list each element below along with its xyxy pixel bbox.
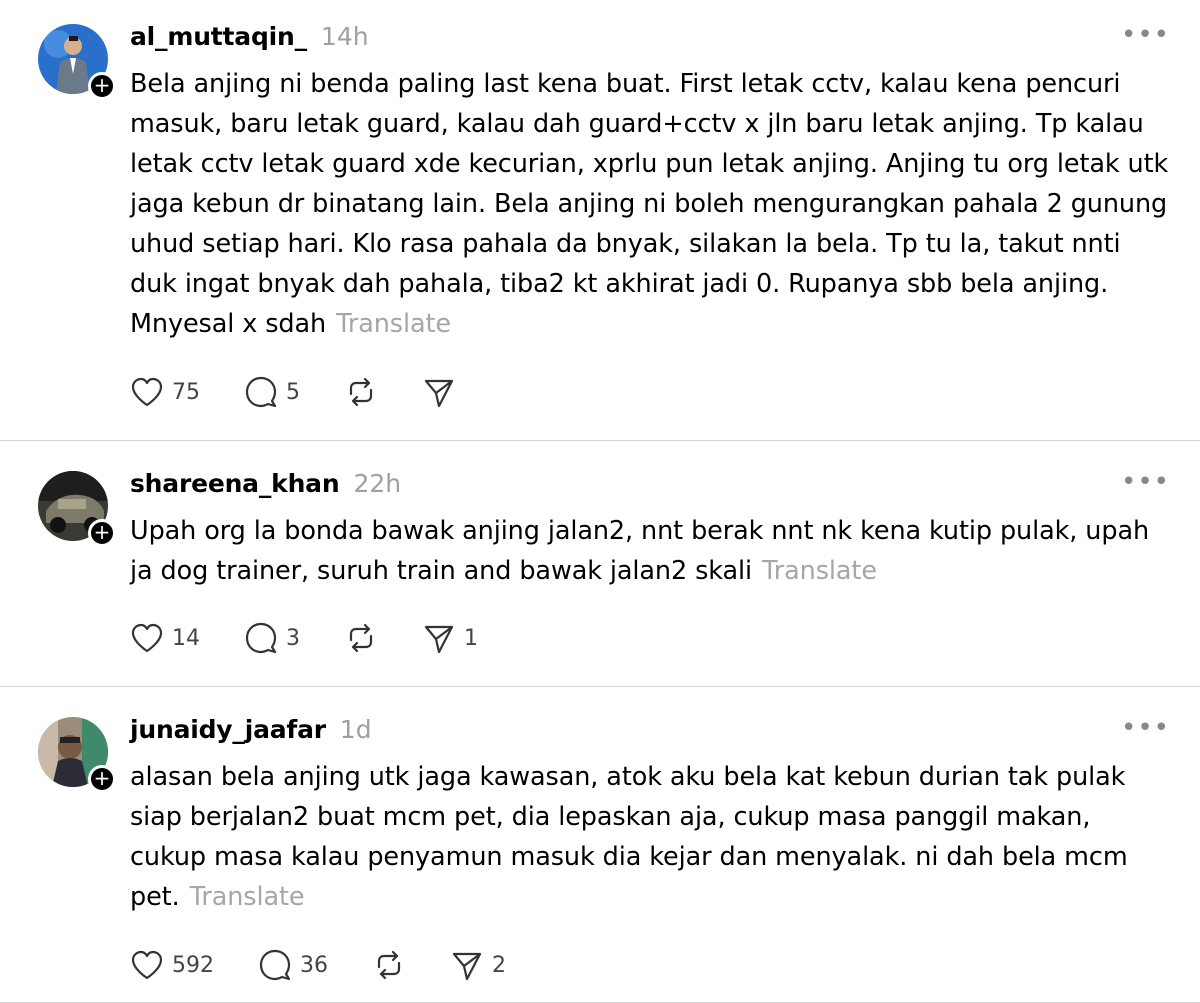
heart-icon	[131, 950, 163, 980]
post-1: + al_muttaqin_ 14h ••• Bela anjing ni be…	[0, 0, 1200, 441]
post-body: Bela anjing ni benda paling last kena bu…	[130, 69, 1169, 339]
username[interactable]: shareena_khan	[130, 469, 340, 498]
like-count: 75	[172, 379, 200, 405]
share-button[interactable]: 2	[450, 949, 506, 981]
more-dots-icon[interactable]: •••	[1121, 467, 1170, 497]
comment-icon	[245, 376, 277, 408]
post-2: + shareena_khan 22h ••• Upah org la bond…	[0, 441, 1200, 687]
post-3: + junaidy_jaafar 1d ••• alasan bela anji…	[0, 687, 1200, 1003]
username[interactable]: al_muttaqin_	[130, 22, 307, 51]
post-text: alasan bela anjing utk jaga kawasan, ato…	[130, 757, 1170, 917]
reply-count: 36	[300, 952, 328, 978]
action-bar: 592 36 2	[130, 945, 550, 985]
share-button[interactable]: 1	[422, 622, 478, 654]
heart-icon	[131, 623, 163, 653]
action-bar: 14 3 1	[130, 618, 522, 658]
reply-count: 3	[286, 625, 300, 651]
reply-button[interactable]: 36	[258, 949, 328, 981]
send-icon	[424, 379, 454, 408]
like-button[interactable]: 14	[130, 622, 200, 654]
timestamp[interactable]: 1d	[340, 715, 372, 744]
post-body: Upah org la bonda bawak anjing jalan2, n…	[130, 516, 1150, 586]
translate-link[interactable]: Translate	[762, 556, 877, 586]
follow-plus-icon[interactable]: +	[88, 72, 116, 100]
send-icon	[424, 625, 454, 654]
more-dots-icon[interactable]: •••	[1121, 20, 1170, 50]
repost-button[interactable]	[344, 622, 378, 654]
reply-button[interactable]: 5	[244, 376, 300, 408]
post-text: Upah org la bonda bawak anjing jalan2, n…	[130, 511, 1170, 591]
reply-button[interactable]: 3	[244, 622, 300, 654]
share-button[interactable]	[422, 376, 456, 408]
like-count: 592	[172, 952, 214, 978]
reply-count: 5	[286, 379, 300, 405]
more-dots-icon[interactable]: •••	[1121, 713, 1170, 743]
share-count: 1	[464, 625, 478, 651]
like-button[interactable]: 75	[130, 376, 200, 408]
comment-icon	[245, 622, 277, 654]
follow-plus-icon[interactable]: +	[88, 519, 116, 547]
repost-button[interactable]	[344, 376, 378, 408]
timestamp[interactable]: 22h	[353, 469, 401, 498]
username[interactable]: junaidy_jaafar	[130, 715, 326, 744]
action-bar: 75 5	[130, 372, 500, 412]
follow-plus-icon[interactable]: +	[88, 765, 116, 793]
share-count: 2	[492, 952, 506, 978]
translate-link[interactable]: Translate	[190, 882, 305, 912]
like-count: 14	[172, 625, 200, 651]
avatar-wrap[interactable]: +	[38, 471, 116, 547]
post-header: junaidy_jaafar 1d	[130, 715, 372, 751]
avatar-wrap[interactable]: +	[38, 24, 116, 100]
heart-icon	[131, 377, 163, 407]
repost-icon	[349, 377, 373, 407]
timestamp[interactable]: 14h	[321, 22, 369, 51]
like-button[interactable]: 592	[130, 949, 214, 981]
translate-link[interactable]: Translate	[336, 309, 451, 339]
comment-icon	[259, 949, 291, 981]
repost-icon	[349, 623, 373, 653]
post-text: Bela anjing ni benda paling last kena bu…	[130, 64, 1170, 344]
send-icon	[452, 952, 482, 981]
post-header: al_muttaqin_ 14h	[130, 22, 369, 58]
repost-icon	[377, 950, 401, 980]
post-header: shareena_khan 22h	[130, 469, 401, 505]
avatar-wrap[interactable]: +	[38, 717, 116, 793]
repost-button[interactable]	[372, 949, 406, 981]
